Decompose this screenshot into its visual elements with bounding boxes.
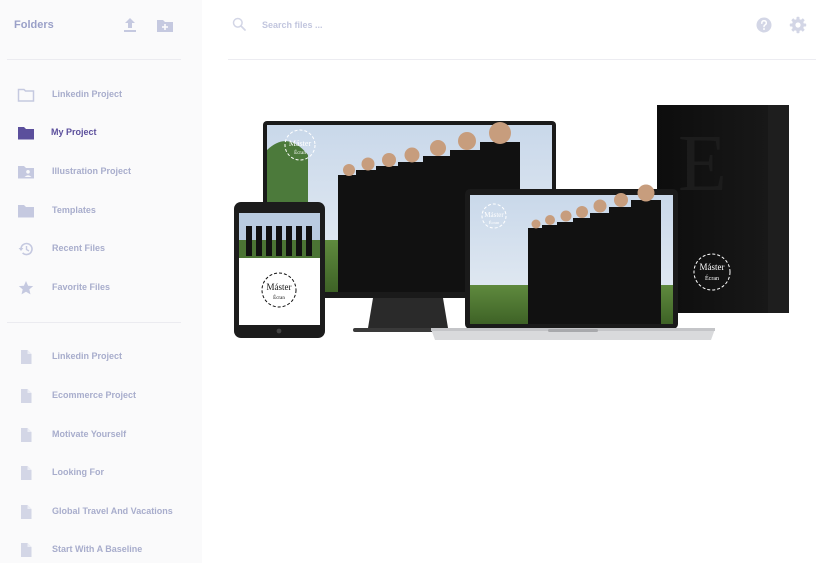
file-icon — [21, 543, 32, 557]
tablet-badge-title: Máster — [267, 282, 292, 292]
tablet-badge-subtitle: Écran — [273, 295, 285, 301]
laptop-mockup: Máster Écran — [431, 184, 715, 340]
file-icon — [21, 389, 32, 403]
file-item-label: Linkedin Project — [52, 351, 123, 361]
file-item-start-with-a-baseline[interactable]: Start With A Baseline — [0, 538, 202, 563]
sidebar-item-linkedin-project[interactable]: Linkedin Project — [0, 83, 202, 109]
file-item-label: Start With A Baseline — [52, 544, 143, 554]
file-icon — [21, 466, 32, 480]
sidebar-item-recent-files[interactable]: Recent Files — [0, 237, 202, 263]
upload-icon[interactable] — [121, 17, 139, 33]
file-item-label: Looking For — [52, 467, 104, 477]
file-icon — [21, 350, 32, 364]
top-bar — [202, 0, 821, 52]
box-letter: E — [678, 120, 727, 208]
file-icon — [21, 428, 32, 442]
sidebar-item-label: Recent Files — [52, 243, 106, 253]
gear-icon[interactable] — [789, 16, 807, 34]
sidebar-item-illustration-project[interactable]: Illustration Project — [0, 160, 202, 186]
search-input[interactable] — [262, 16, 522, 34]
monitor-badge-subtitle: Écran — [294, 150, 306, 156]
sidebar-item-label: Templates — [52, 205, 96, 215]
monitor-badge-title: Máster — [289, 139, 312, 148]
sidebar-item-label: Illustration Project — [52, 166, 132, 176]
box-badge-title: Máster — [700, 262, 725, 272]
sidebar-item-label: My Project — [51, 127, 97, 137]
device-mockup-image: E Máster Écran Máster Écran Máster Écran… — [234, 105, 789, 340]
sidebar-title: Folders — [14, 19, 54, 31]
file-item-label: Ecommerce Project — [52, 390, 137, 400]
folder-outline-icon — [17, 88, 35, 102]
sidebar-item-templates[interactable]: Templates — [0, 199, 202, 225]
file-item-label: Global Travel And Vacations — [52, 506, 173, 516]
sidebar: Folders Linkedin Project My Project Illu… — [0, 0, 202, 563]
file-item-global-travel-and-vacations[interactable]: Global Travel And Vacations — [0, 500, 202, 526]
file-item-label: Motivate Yourself — [52, 429, 127, 439]
sidebar-divider — [7, 59, 181, 60]
folder-icon — [18, 127, 34, 140]
sidebar-header: Folders — [0, 0, 202, 52]
laptop-badge-title: Máster — [484, 211, 504, 219]
file-item-linkedin-project[interactable]: Linkedin Project — [0, 345, 202, 371]
sidebar-item-favorite-files[interactable]: Favorite Files — [0, 276, 202, 302]
sidebar-item-label: Linkedin Project — [52, 89, 123, 99]
file-item-motivate-yourself[interactable]: Motivate Yourself — [0, 423, 202, 449]
tablet-mockup: Máster Écran — [234, 202, 325, 338]
laptop-badge-subtitle: Écran — [489, 220, 500, 225]
file-icon — [21, 505, 32, 519]
sidebar-item-my-project[interactable]: My Project — [0, 121, 202, 147]
file-manager-app: Folders Linkedin Project My Project Illu… — [0, 0, 821, 563]
new-folder-icon[interactable] — [156, 17, 174, 33]
sidebar-item-label: Favorite Files — [52, 282, 111, 292]
folder-icon — [18, 205, 34, 218]
history-icon — [18, 242, 33, 256]
folder-shared-icon — [18, 166, 34, 179]
star-icon — [18, 281, 34, 295]
file-item-looking-for[interactable]: Looking For — [0, 461, 202, 487]
topbar-divider — [228, 59, 816, 60]
sidebar-divider — [7, 322, 181, 323]
help-icon[interactable] — [756, 17, 772, 33]
search-icon — [232, 17, 246, 31]
file-item-ecommerce-project[interactable]: Ecommerce Project — [0, 384, 202, 410]
box-badge-subtitle: Écran — [705, 274, 719, 282]
